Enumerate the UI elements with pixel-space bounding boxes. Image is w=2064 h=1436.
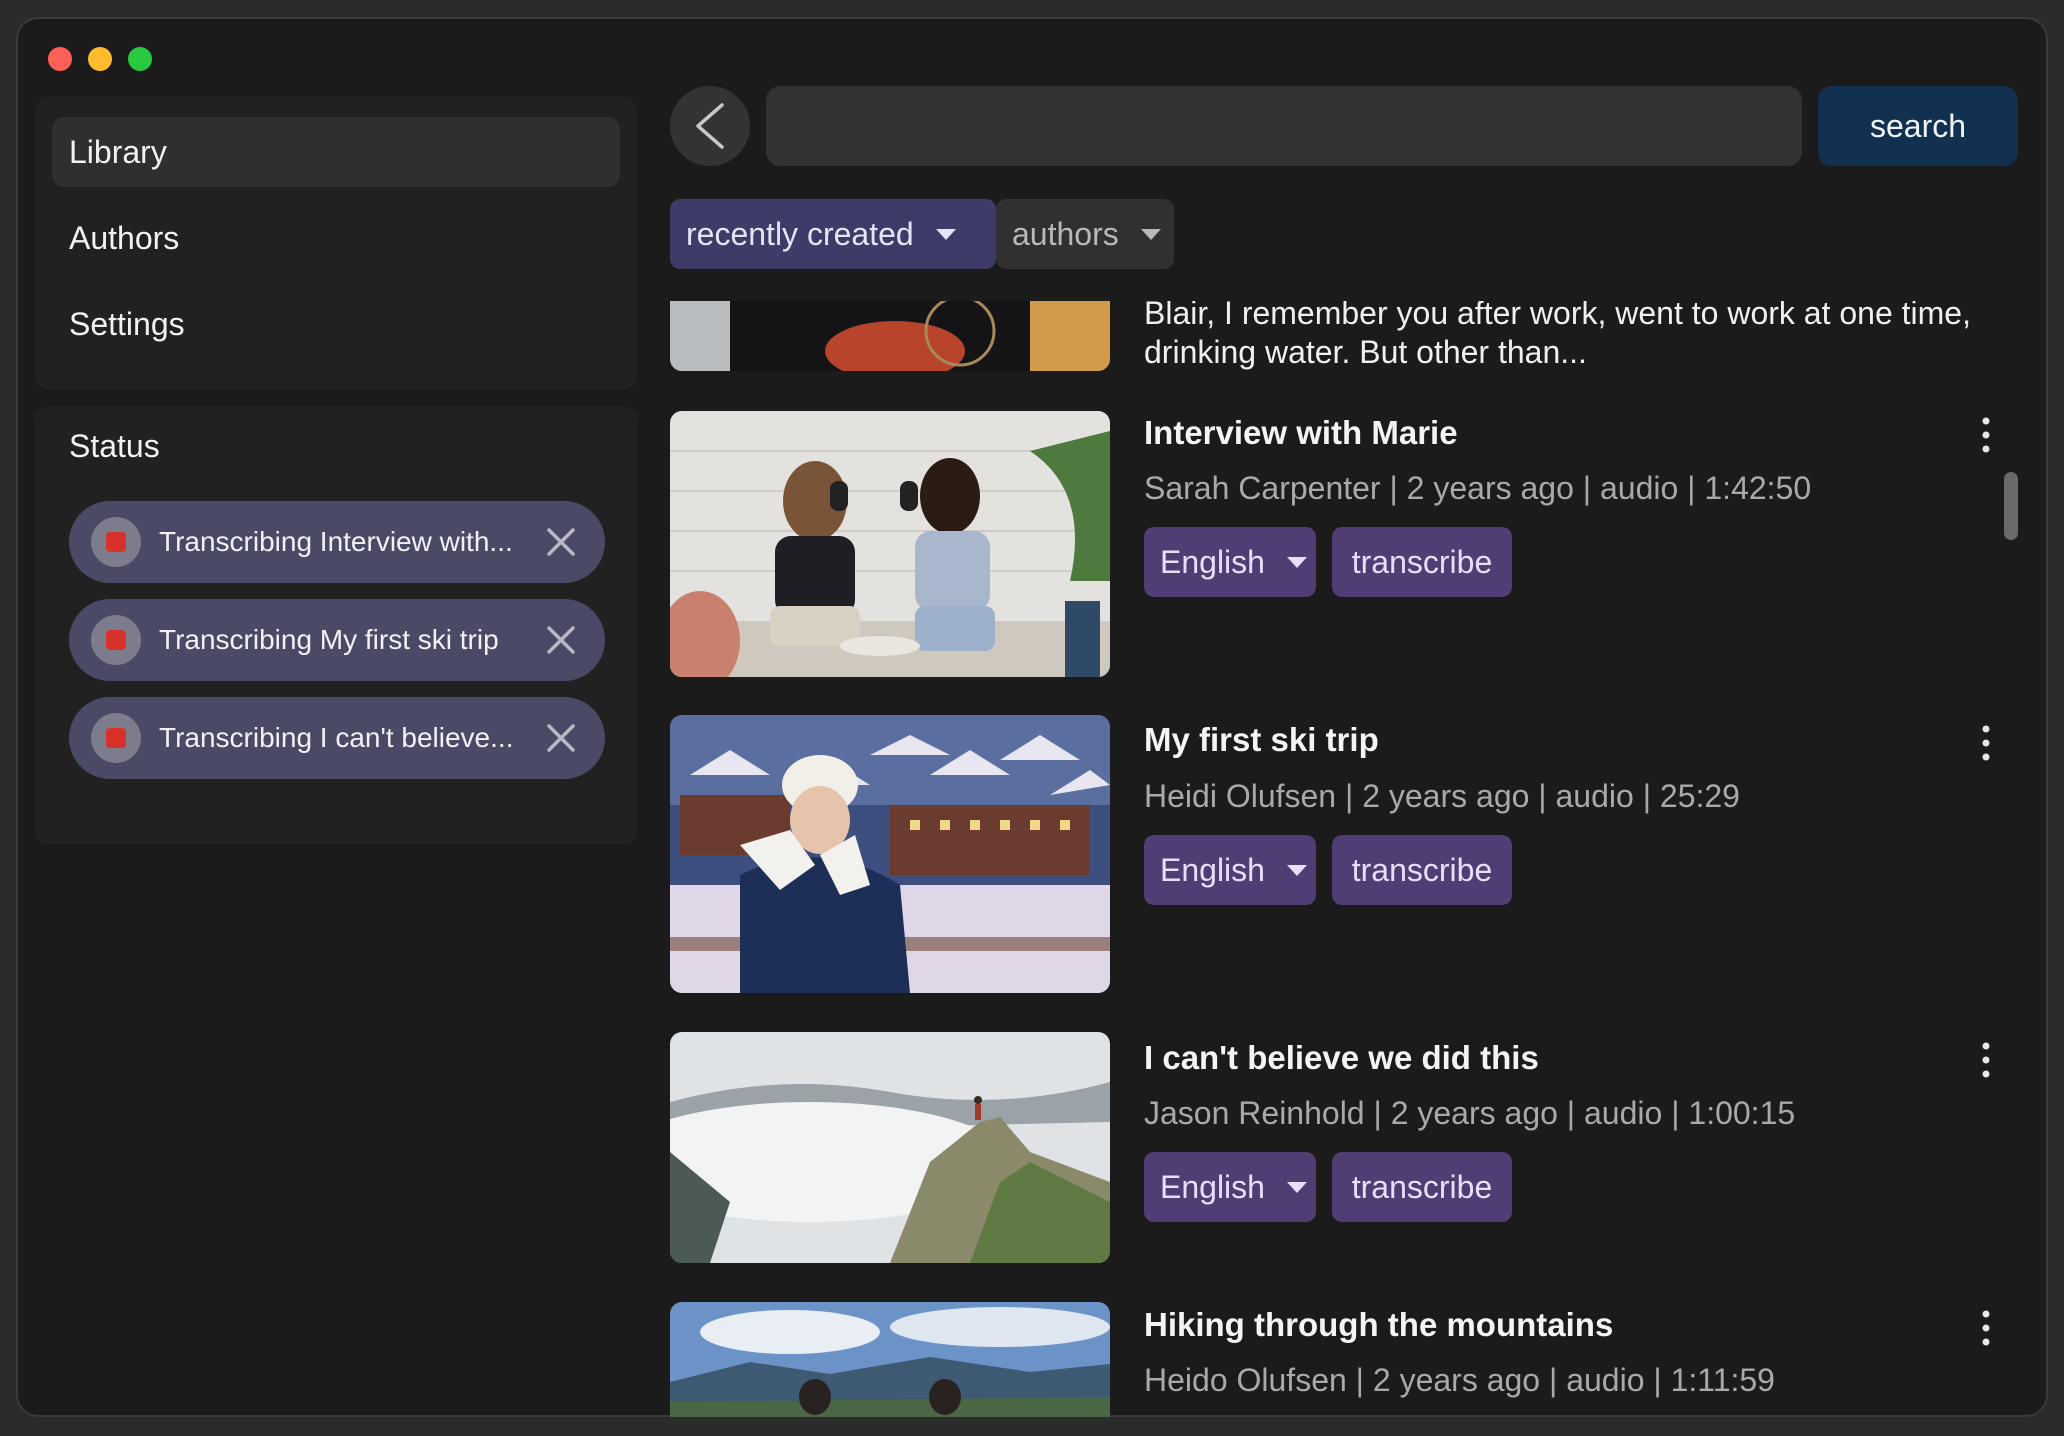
task-label: Transcribing I can't believe... [159, 722, 514, 753]
media-title[interactable]: Hiking through the mountains [1144, 1306, 1613, 1344]
media-thumbnail [670, 301, 1110, 371]
task-chip: Transcribing My first ski trip [69, 599, 605, 681]
media-meta: Heidi Olufsen | 2 years ago | audio | 25… [1144, 778, 1740, 814]
sort-label: recently created [686, 215, 914, 252]
more-options-icon[interactable] [1976, 415, 1996, 455]
media-thumbnail [670, 1302, 1110, 1417]
language-dropdown[interactable]: English [1144, 835, 1316, 905]
media-meta: Heido Olufsen | 2 years ago | audio | 1:… [1144, 1362, 1775, 1398]
caret-down-icon [1286, 864, 1307, 876]
stop-transcription-button[interactable] [91, 517, 141, 567]
list-scrollbar[interactable] [2004, 472, 2018, 540]
transcript-snippet: Blair, I remember you after work, went t… [1144, 301, 2004, 372]
sidebar-item-label: Settings [69, 305, 185, 342]
chevron-left-icon [696, 103, 724, 149]
close-icon[interactable] [541, 718, 581, 758]
sidebar-item-settings[interactable]: Settings [52, 289, 620, 359]
close-window-button[interactable] [48, 47, 72, 71]
transcribe-button[interactable]: transcribe [1332, 1152, 1512, 1222]
media-title[interactable]: My first ski trip [1144, 721, 1379, 759]
media-title[interactable]: I can't believe we did this [1144, 1039, 1539, 1077]
close-icon[interactable] [541, 620, 581, 660]
sidebar-item-label: Authors [69, 219, 180, 256]
task-chip: Transcribing Interview with... [69, 501, 605, 583]
zoom-window-button[interactable] [128, 47, 152, 71]
caret-down-icon [1286, 1181, 1307, 1193]
sidebar-item-label: Library [69, 133, 167, 170]
language-label: English [1160, 543, 1265, 580]
stop-transcription-button[interactable] [91, 615, 141, 665]
stop-icon [106, 532, 126, 552]
authors-dropdown[interactable]: authors [996, 199, 1174, 269]
language-label: English [1160, 851, 1265, 888]
task-label: Transcribing Interview with... [159, 526, 513, 557]
search-button[interactable]: search [1818, 86, 2018, 166]
stop-icon [106, 630, 126, 650]
language-label: English [1160, 1168, 1265, 1205]
media-thumbnail [670, 1032, 1110, 1263]
minimize-window-button[interactable] [88, 47, 112, 71]
snippet-line: Blair, I remember you after work, went t… [1144, 301, 1971, 331]
task-chip: Transcribing I can't believe... [69, 697, 605, 779]
status-heading: Status [69, 428, 160, 464]
snippet-line: drinking water. But other than... [1144, 334, 1587, 370]
sidebar-nav: Library Authors Settings [34, 96, 638, 390]
app-window: Library Authors Settings Status Transcri… [16, 17, 2048, 1417]
back-button[interactable] [670, 86, 750, 166]
media-meta: Sarah Carpenter | 2 years ago | audio | … [1144, 470, 1812, 506]
status-panel: Status Transcribing Interview with... Tr… [34, 406, 638, 844]
window-controls [48, 47, 152, 71]
stop-icon [106, 728, 126, 748]
authors-label: authors [1012, 215, 1119, 252]
media-thumbnail [670, 715, 1110, 993]
caret-down-icon [1140, 228, 1161, 240]
task-label: Transcribing My first ski trip [159, 624, 499, 655]
language-dropdown[interactable]: English [1144, 527, 1316, 597]
stop-transcription-button[interactable] [91, 713, 141, 763]
more-options-icon[interactable] [1976, 1308, 1996, 1348]
more-options-icon[interactable] [1976, 1040, 1996, 1080]
language-dropdown[interactable]: English [1144, 1152, 1316, 1222]
media-thumbnail [670, 411, 1110, 677]
sidebar-item-library[interactable]: Library [52, 117, 620, 187]
sort-dropdown[interactable]: recently created [670, 199, 996, 269]
media-title[interactable]: Interview with Marie [1144, 414, 1458, 452]
caret-down-icon [935, 228, 956, 240]
media-meta: Jason Reinhold | 2 years ago | audio | 1… [1144, 1095, 1796, 1131]
more-options-icon[interactable] [1976, 723, 1996, 763]
transcribe-button[interactable]: transcribe [1332, 835, 1512, 905]
sidebar-item-authors[interactable]: Authors [52, 203, 620, 273]
transcribe-button[interactable]: transcribe [1332, 527, 1512, 597]
close-icon[interactable] [541, 522, 581, 562]
caret-down-icon [1286, 556, 1307, 568]
search-input[interactable] [766, 86, 1802, 166]
media-list: Blair, I remember you after work, went t… [670, 301, 2030, 1417]
